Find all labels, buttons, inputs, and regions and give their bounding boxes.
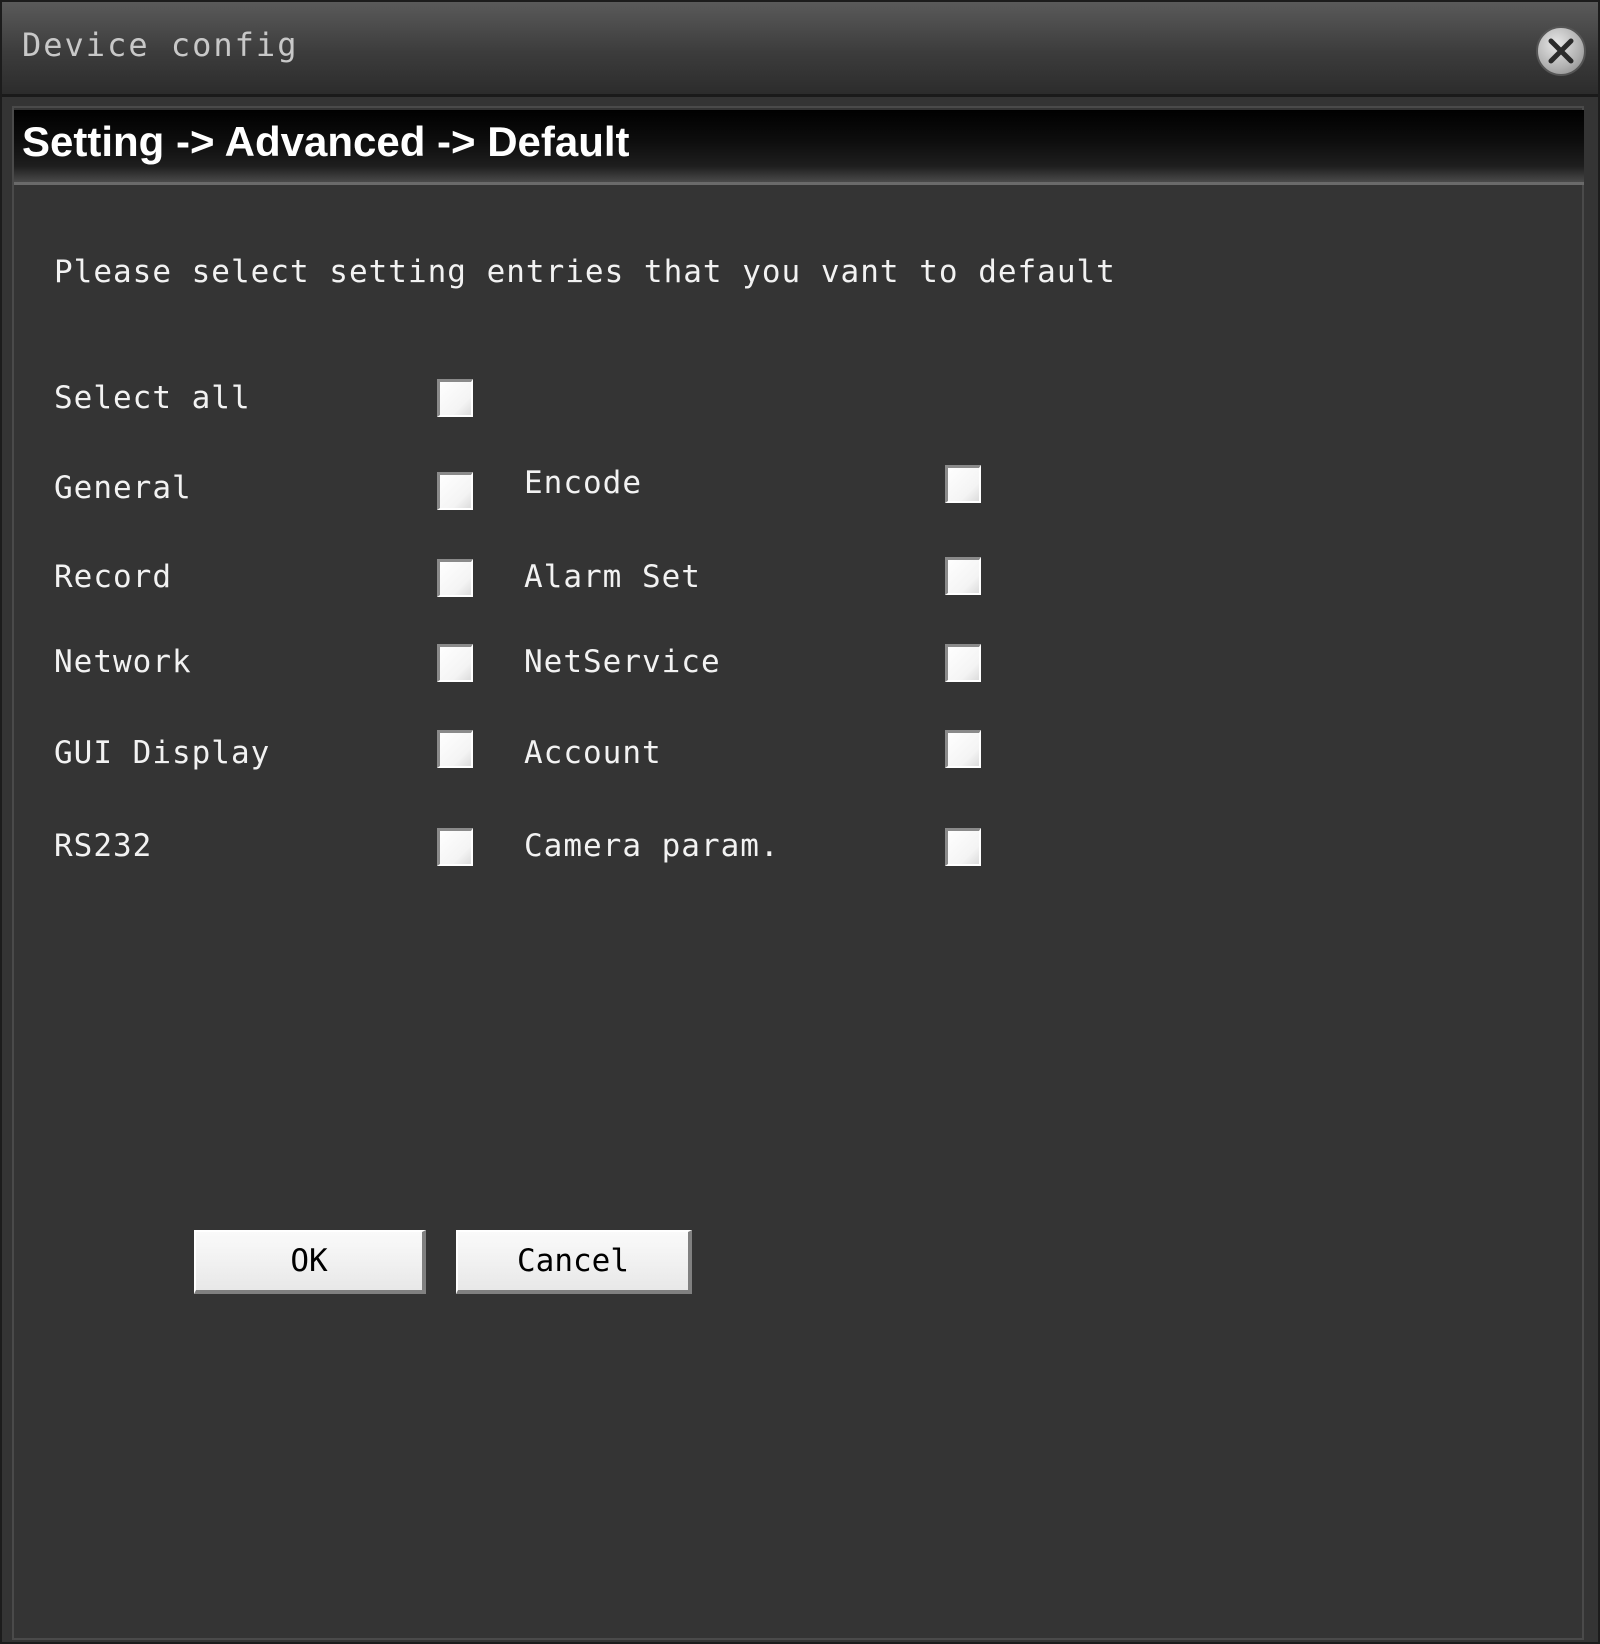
encode-label: Encode — [524, 465, 642, 501]
alarm-set-label: Alarm Set — [524, 559, 701, 595]
content-frame — [12, 106, 1584, 1640]
rs232-label: RS232 — [54, 828, 153, 864]
breadcrumb: Setting -> Advanced -> Default — [22, 118, 630, 165]
breadcrumb-bar: Setting -> Advanced -> Default — [14, 110, 1584, 185]
record-label: Record — [54, 559, 172, 595]
window-title: Device config — [22, 26, 299, 64]
device-config-dialog: Device config Setting -> Advanced -> Def… — [0, 0, 1600, 1644]
select-all-checkbox[interactable] — [437, 379, 473, 417]
ok-button[interactable]: OK — [194, 1230, 426, 1294]
general-label: General — [54, 470, 192, 506]
camera-param-label: Camera param. — [524, 828, 780, 864]
camera-param-checkbox[interactable] — [945, 828, 981, 866]
cancel-button[interactable]: Cancel — [456, 1230, 692, 1294]
title-bar[interactable]: Device config — [2, 2, 1598, 97]
instruction-text: Please select setting entries that you v… — [54, 254, 1116, 290]
record-checkbox[interactable] — [437, 559, 473, 597]
account-label: Account — [524, 735, 662, 771]
gui-display-checkbox[interactable] — [437, 730, 473, 768]
close-button[interactable] — [1536, 26, 1586, 76]
rs232-checkbox[interactable] — [437, 828, 473, 866]
account-checkbox[interactable] — [945, 730, 981, 768]
select-all-label: Select all — [54, 380, 251, 416]
netservice-label: NetService — [524, 644, 721, 680]
netservice-checkbox[interactable] — [945, 644, 981, 682]
gui-display-label: GUI Display — [54, 735, 271, 771]
general-checkbox[interactable] — [437, 472, 473, 510]
network-label: Network — [54, 644, 192, 680]
network-checkbox[interactable] — [437, 644, 473, 682]
alarm-set-checkbox[interactable] — [945, 557, 981, 595]
encode-checkbox[interactable] — [945, 465, 981, 503]
close-icon — [1548, 38, 1574, 64]
